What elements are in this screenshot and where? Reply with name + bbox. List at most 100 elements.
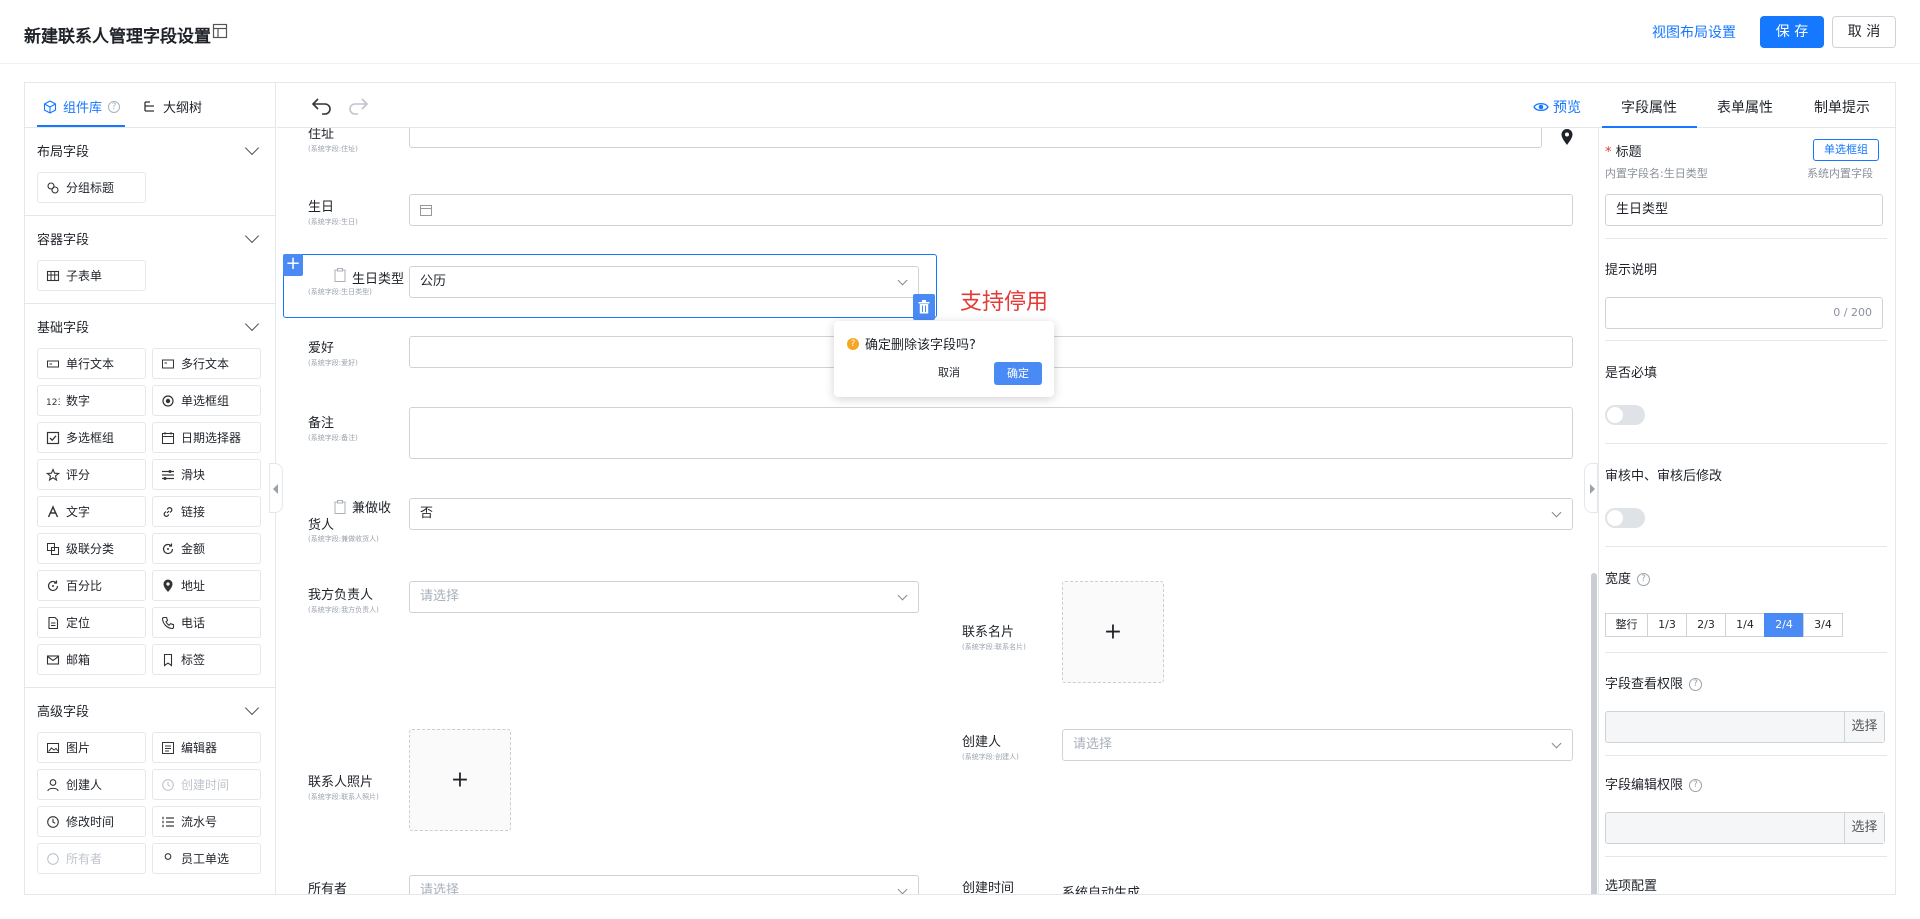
warning-icon: ? (847, 338, 859, 350)
group-title: 高级字段 (37, 704, 90, 720)
required-toggle[interactable] (1605, 405, 1645, 425)
comp-rating[interactable]: 评分 (37, 459, 146, 490)
remark-textarea[interactable] (409, 407, 1573, 459)
group-header[interactable]: 容器字段 (37, 216, 263, 260)
comp-locate[interactable]: 定位 (37, 607, 146, 638)
collapse-left-handle[interactable] (269, 463, 283, 513)
chevron-down-icon (897, 590, 908, 601)
comp-tag[interactable]: 标签 (152, 644, 261, 675)
comp-label: 链接 (181, 505, 206, 519)
width-option-3-4[interactable]: 3/4 (1803, 613, 1843, 637)
comp-image[interactable]: 图片 (37, 732, 146, 763)
width-option-2-4[interactable]: 2/4 (1764, 613, 1804, 637)
comp-date-picker[interactable]: 日期选择器 (152, 422, 261, 453)
tab-component-library[interactable]: 组件库 ? (43, 97, 121, 116)
label-sub: (系统字段:联系名片) (962, 643, 1026, 651)
label-text: 标题 (1615, 145, 1642, 160)
help-icon[interactable]: ? (1689, 779, 1703, 792)
help-icon[interactable]: ? (1689, 678, 1703, 691)
popconfirm-cancel-button[interactable]: 取消 (938, 364, 960, 380)
comp-slider[interactable]: 滑块 (152, 459, 261, 490)
comp-group-title[interactable]: 分组标题 (37, 172, 146, 203)
comp-text[interactable]: 文字 (37, 496, 146, 527)
field-type-tag[interactable]: 单选框组 (1813, 139, 1879, 161)
edit-perm-choose-button[interactable]: 选择 (1844, 813, 1884, 843)
field-label-create-time: 创建时间 (962, 877, 1014, 894)
collapse-right-handle[interactable] (1584, 463, 1598, 513)
layout-icon[interactable] (212, 23, 228, 39)
comp-owner[interactable]: 所有者 (37, 843, 146, 874)
location-pin-icon[interactable] (1560, 128, 1574, 146)
save-button[interactable]: 保 存 (1760, 16, 1824, 48)
width-option-1-3[interactable]: 1/3 (1647, 613, 1687, 637)
creator-select[interactable]: 请选择 (1062, 729, 1573, 761)
address-input[interactable] (409, 128, 1542, 148)
edit-perm-field[interactable]: 选择 (1605, 812, 1885, 844)
select-placeholder: 请选择 (1073, 737, 1113, 752)
group-header[interactable]: 高级字段 (37, 688, 263, 732)
title-input[interactable]: 生日类型 (1605, 194, 1883, 226)
comp-link[interactable]: 链接 (152, 496, 261, 527)
redo-icon[interactable] (347, 95, 369, 115)
width-option-1-4[interactable]: 1/4 (1725, 613, 1765, 637)
comp-amount[interactable]: 金额 (152, 533, 261, 564)
active-tab-indicator (37, 125, 125, 127)
comp-multi-text[interactable]: 多行文本 (152, 348, 261, 379)
popconfirm-ok-button[interactable]: 确定 (994, 362, 1042, 385)
width-option-2-3[interactable]: 2/3 (1686, 613, 1726, 637)
hint-input[interactable]: 0 / 200 (1605, 297, 1883, 329)
comp-serial-number[interactable]: 流水号 (152, 806, 261, 837)
field-label-hobby: 爱好 (系统字段:爱好) (308, 337, 358, 368)
preview-button[interactable]: 预览 (1533, 97, 1581, 117)
group-header[interactable]: 布局字段 (37, 128, 263, 172)
birthday-date-input[interactable] (409, 194, 1573, 226)
comp-label: 创建人 (66, 778, 103, 792)
view-layout-link[interactable]: 视图布局设置 (1652, 22, 1736, 42)
label-text: 所有者 (308, 882, 348, 895)
comp-cascade[interactable]: 级联分类 (37, 533, 146, 564)
card-upload[interactable]: + (1062, 581, 1164, 683)
comp-checkbox-group[interactable]: 多选框组 (37, 422, 146, 453)
photo-upload[interactable]: + (409, 729, 511, 831)
comp-radio-group[interactable]: 单选框组 (152, 385, 261, 416)
help-icon[interactable]: ? (1637, 573, 1651, 586)
undo-icon[interactable] (311, 95, 333, 115)
delete-field-button[interactable] (913, 294, 935, 320)
comp-creator[interactable]: 创建人 (37, 769, 146, 800)
comp-email[interactable]: 邮箱 (37, 644, 146, 675)
tab-form-hints[interactable]: 制单提示 (1814, 97, 1870, 117)
percent-icon (47, 580, 59, 591)
comp-employee-select[interactable]: 员工单选 (152, 843, 261, 874)
label-text: 字段编辑权限 (1605, 778, 1684, 793)
birthday-type-select[interactable]: 公历 (409, 266, 919, 298)
comp-phone[interactable]: 电话 (152, 607, 261, 638)
comp-single-text[interactable]: 单行文本 (37, 348, 146, 379)
tab-form-properties[interactable]: 表单属性 (1717, 97, 1773, 117)
cancel-button[interactable]: 取 消 (1832, 16, 1896, 48)
options-config-label: 选项配置 (1605, 879, 1658, 894)
add-field-button[interactable]: + (283, 254, 303, 276)
comp-modify-time[interactable]: 修改时间 (37, 806, 146, 837)
tab-outline-tree[interactable]: 大纲树 (143, 97, 202, 116)
comp-editor[interactable]: 编辑器 (152, 732, 261, 763)
group-header[interactable]: 基础字段 (37, 304, 263, 348)
canvas-scrollbar[interactable] (1591, 573, 1597, 894)
comp-percent[interactable]: 百分比 (37, 570, 146, 601)
divider (1605, 546, 1887, 547)
page-title: 新建联系人管理字段设置 (24, 27, 211, 47)
field-label-remark: 备注 (系统字段:备注) (308, 412, 358, 443)
width-option-full[interactable]: 整行 (1605, 613, 1648, 637)
owner-select[interactable]: 请选择 (409, 875, 919, 894)
tab-field-properties[interactable]: 字段属性 (1621, 97, 1677, 117)
view-perm-field[interactable]: 选择 (1605, 711, 1885, 743)
audit-toggle[interactable] (1605, 508, 1645, 528)
owner-resp-select[interactable]: 请选择 (409, 581, 919, 613)
comp-number[interactable]: 123 数字 (37, 385, 146, 416)
comp-create-time[interactable]: 创建时间 (152, 769, 261, 800)
view-perm-choose-button[interactable]: 选择 (1844, 712, 1884, 742)
left-tabs: 组件库 ? 大纲树 (25, 83, 275, 128)
consignee-select[interactable]: 否 (409, 498, 1573, 530)
comp-address[interactable]: 地址 (152, 570, 261, 601)
label-text: 生日 (308, 200, 335, 215)
comp-subform[interactable]: 子表单 (37, 260, 146, 291)
